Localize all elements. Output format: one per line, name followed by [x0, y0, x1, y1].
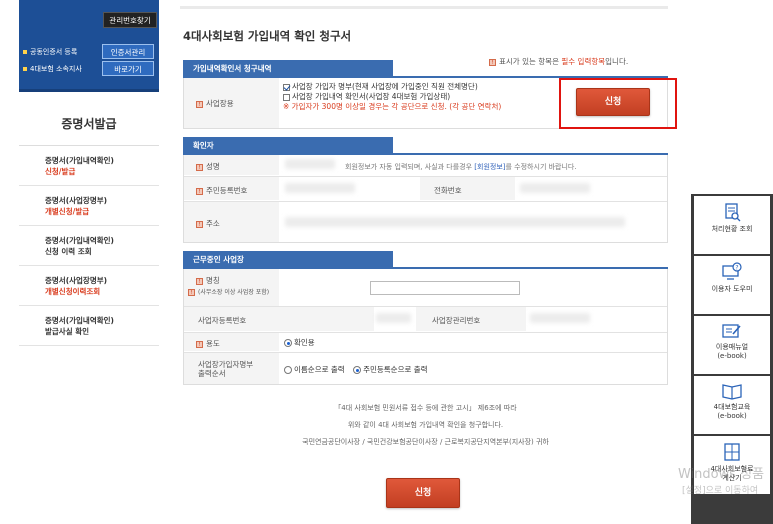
sidebar-item-roster-issue[interactable]: 증명서(사업장명부) 개별신청/발급	[19, 186, 159, 226]
find-management-number-button[interactable]: 관리번호찾기	[103, 12, 157, 28]
quick-status-lookup[interactable]: 처리현황 조회	[694, 196, 770, 254]
menu-item-line1: 증명서(가입내역확인)	[45, 236, 114, 245]
workplace-name-label: ! 명칭 ! (사무소장 이상 사업장 포함)	[184, 269, 279, 306]
bullet-icon	[23, 67, 27, 71]
menu-item-line1: 증명서(사업장명부)	[45, 276, 108, 285]
mgmtno-label: 사업장관리번호	[416, 307, 526, 331]
menu-item-line2: 신청 이력 조회	[45, 247, 92, 256]
quick-insurance-education[interactable]: 4대보험교육 (e-book)	[694, 376, 770, 434]
document-search-icon	[725, 203, 741, 222]
menu-item-line2: 개별신청이력조회	[45, 287, 101, 296]
submit-button[interactable]: 신청	[386, 478, 460, 508]
required-mark-icon: !	[489, 58, 496, 66]
svg-text:?: ?	[735, 265, 738, 272]
menu-item-line2: 신청/발급	[45, 167, 76, 176]
print-order-options: 이름순으로 출력 주민등록순으로 출력	[284, 364, 428, 375]
edit-document-icon	[722, 324, 741, 338]
sidebar-menu: 증명서발급 증명서(가입내역확인) 신청/발급 증명서(사업장명부) 개별신청/…	[19, 96, 159, 346]
required-highlight: 필수 입력항목	[561, 57, 606, 66]
sidebar-header-panel: 관리번호찾기 공동인증서 등록 인증서관리 4대보험 소속지사 바로가기	[19, 0, 159, 92]
rrn-label: ! 주민등록번호	[184, 177, 279, 200]
windows-activation-watermark-sub: [설정]으로 이동하여	[682, 486, 759, 496]
cert-register-label: 공동인증서 등록	[30, 48, 78, 56]
section-request-tab: 가입내역확인서 청구내역	[183, 60, 393, 77]
bullet-icon	[23, 50, 27, 54]
order-by-rrn-option[interactable]: 주민등록순으로 출력	[353, 365, 428, 374]
order-by-name-radio[interactable]	[284, 366, 292, 374]
order-by-name-option[interactable]: 이름순으로 출력	[284, 365, 345, 374]
highlight-annotation-box	[559, 78, 677, 129]
sidebar-item-membership-history[interactable]: 증명서(가입내역확인) 신청 이력 조회	[19, 226, 159, 266]
quick-user-manual[interactable]: 이용매뉴얼 (e-book)	[694, 316, 770, 374]
section-confirmer-tab: 확인자	[183, 137, 393, 154]
address-label: ! 주소	[184, 202, 279, 242]
menu-item-line2: 발급사실 확인	[45, 327, 90, 336]
required-fields-note: ! 표시가 있는 항목은 필수 입력항목입니다.	[489, 56, 628, 67]
required-mark-icon: !	[196, 340, 203, 348]
membership-checkbox[interactable]	[283, 93, 290, 101]
required-mark-icon: !	[196, 220, 203, 228]
open-book-icon	[722, 384, 742, 400]
address-value-redacted	[285, 217, 625, 227]
membership-option[interactable]: 사업장 가입내역 확인서(사업장 4대보험 가입상태)	[283, 92, 558, 102]
mgmtno-value-redacted	[530, 313, 590, 323]
roster-checkbox[interactable]	[283, 83, 290, 91]
name-value-redacted	[285, 159, 335, 169]
sidebar-item-membership-issue[interactable]: 증명서(가입내역확인) 신청/발급	[19, 146, 159, 186]
name-label: ! 성명	[184, 155, 279, 175]
order-by-rrn-radio[interactable]	[353, 366, 362, 374]
purpose-label: ! 용도	[184, 333, 279, 351]
bizno-label: 사업자등록번호	[184, 307, 374, 331]
menu-item-line2: 개별신청/발급	[45, 207, 90, 216]
section-workplace-tab: 근무중인 사업장	[183, 251, 393, 268]
sidebar-menu-title: 증명서발급	[19, 96, 159, 146]
roster-option[interactable]: 사업장 가입자 명부(현재 사업장에 가입중인 직원 전체명단)	[283, 82, 558, 92]
required-mark-icon: !	[196, 100, 203, 108]
purpose-option[interactable]: 확인용	[284, 337, 315, 348]
monitor-help-icon: ?	[722, 262, 742, 280]
rrn-value-redacted	[285, 183, 355, 193]
required-mark-icon: !	[196, 187, 203, 195]
large-workplace-note: ※ 가입자가 300명 이상일 경우는 각 공단으로 신청. (각 공단 연락처…	[283, 102, 502, 111]
cert-manage-button[interactable]: 인증서관리	[102, 44, 154, 59]
workplace-name-input[interactable]	[370, 281, 520, 295]
sidebar-item-issue-verify[interactable]: 증명서(가입내역확인) 발급사실 확인	[19, 306, 159, 346]
calculator-icon	[724, 443, 740, 461]
declaration-text: 「4대 사회보험 민원서류 접수 등에 관한 고시」 제6조에 따라 위와 같이…	[302, 404, 549, 446]
required-mark-icon: !	[196, 277, 203, 285]
purpose-radio[interactable]	[284, 339, 292, 347]
bizno-value-redacted	[376, 313, 411, 323]
workplace-use-label: ! 사업장용	[184, 78, 279, 128]
phone-value-redacted	[520, 183, 590, 193]
branch-row: 4대보험 소속지사	[23, 62, 82, 76]
sidebar-item-roster-history[interactable]: 증명서(사업장명부) 개별신청이력조회	[19, 266, 159, 306]
required-mark-icon: !	[196, 163, 203, 171]
phone-label: 전화번호	[420, 177, 515, 200]
required-mark-icon: !	[188, 289, 195, 296]
member-info-link[interactable]: [회원정보]	[474, 163, 505, 171]
print-order-label: 사업장가입자명부 출력순서	[184, 353, 279, 384]
branch-shortcut-button[interactable]: 바로가기	[102, 61, 154, 76]
menu-item-line1: 증명서(가입내역확인)	[45, 316, 114, 325]
menu-item-line1: 증명서(가입내역확인)	[45, 156, 114, 165]
menu-item-line1: 증명서(사업장명부)	[45, 196, 108, 205]
quick-user-helper[interactable]: ? 이용자 도우미	[694, 256, 770, 314]
page-title: 4대사회보험 가입내역 확인 청구서	[183, 29, 352, 43]
windows-activation-watermark: Windows 정품	[678, 467, 765, 482]
workplace-options: 사업장 가입자 명부(현재 사업장에 가입중인 직원 전체명단) 사업장 가입내…	[283, 82, 558, 112]
branch-label: 4대보험 소속지사	[30, 65, 82, 73]
top-divider	[180, 6, 668, 9]
cert-register-row: 공동인증서 등록	[23, 45, 77, 59]
member-info-note: 회원정보가 자동 입력되며, 사실과 다를경우 [회원정보]를 수정하시기 바랍…	[345, 163, 577, 171]
